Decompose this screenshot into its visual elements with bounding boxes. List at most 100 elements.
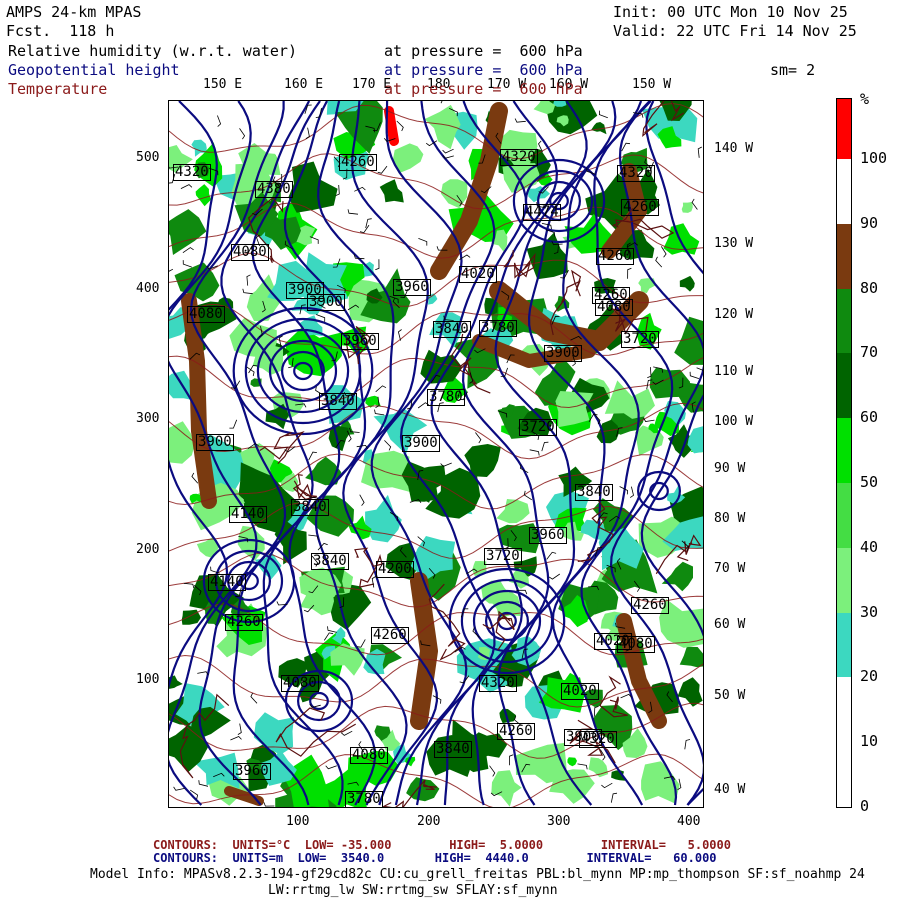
- humidity-band: [410, 572, 438, 730]
- height-contour-closed: [309, 691, 329, 711]
- x-tick-label: 300: [547, 814, 571, 829]
- colorbar-label: 20: [860, 667, 879, 686]
- colorbar-segment: [837, 483, 851, 548]
- colorbar-segment: [837, 223, 851, 289]
- humidity-patch: [567, 757, 577, 767]
- wind-barb: [627, 267, 632, 279]
- height-contour-label: 3900: [402, 435, 440, 452]
- wind-barb: [371, 576, 376, 588]
- height-contour-label: 4080: [617, 636, 655, 653]
- height-contour-label: 4380: [255, 181, 293, 198]
- lon-label: 40 W: [714, 782, 746, 797]
- lon-label: 140 W: [714, 141, 754, 156]
- humidity-band: [384, 106, 399, 146]
- wind-barb: [475, 432, 482, 444]
- height-contour-label: 4140: [208, 574, 246, 591]
- wind-barb: [173, 786, 185, 791]
- height-contour-label: 3780: [345, 791, 383, 807]
- weather-map: 4320 4380 4260 4320 4474 4320 4260 4080 4260 4260…: [168, 100, 704, 808]
- humidity-patch: [526, 232, 568, 280]
- height-contour-label: 3900: [307, 294, 345, 311]
- colorbar-label: 40: [860, 537, 879, 556]
- init-time: Init: 00 UTC Mon 10 Nov 25: [613, 3, 848, 21]
- model-info-line1: Model Info: MPASv8.2.3-194-gf29cd82c CU:…: [90, 867, 865, 882]
- humidity-patch: [679, 646, 703, 668]
- field-height-name: Geopotential height: [8, 61, 180, 79]
- humidity-patch: [677, 677, 703, 707]
- lon-label: 120 W: [714, 307, 754, 322]
- model-title: AMPS 24-km MPAS: [6, 3, 142, 21]
- height-contour-label: 4474: [523, 204, 561, 221]
- height-contour-label: 3720: [519, 419, 557, 436]
- height-contour-label: 3840: [291, 499, 329, 516]
- lon-label: 150 W: [632, 77, 672, 92]
- field-rh-level: at pressure = 600 hPa: [384, 42, 583, 60]
- wind-barb: [374, 409, 385, 416]
- wind-barb: [308, 534, 319, 541]
- wind-barb: [305, 127, 310, 139]
- humidity-patch: [661, 561, 693, 592]
- lon-label: 70 W: [714, 561, 746, 576]
- colorbar-segment: [837, 288, 851, 354]
- y-tick-label: 500: [136, 150, 160, 165]
- height-contour-label: 3780: [479, 320, 517, 337]
- height-contour-label: 4260: [631, 597, 669, 614]
- wind-barb: [182, 247, 194, 254]
- wind-barb: [655, 256, 663, 268]
- lon-label: 130 W: [714, 236, 754, 251]
- wind-barb: [514, 118, 526, 123]
- height-contour-label: 4320: [479, 675, 517, 692]
- field-rh-name: Relative humidity (w.r.t. water): [8, 42, 297, 60]
- wind-barb: [697, 146, 702, 158]
- y-tick-label: 100: [136, 672, 160, 687]
- height-contour-label: 4260: [339, 154, 377, 171]
- humidity-patch: [195, 184, 212, 207]
- height-contour-label: 4320: [173, 164, 211, 181]
- height-contour-label: 3840: [434, 741, 472, 758]
- height-contour-label: 4020: [561, 683, 599, 700]
- wind-barb: [229, 419, 238, 429]
- humidity-patch: [169, 209, 207, 255]
- height-contour-label: 4260: [497, 723, 535, 740]
- wind-barb: [418, 238, 428, 246]
- wind-barb: [327, 626, 337, 633]
- humidity-patch: [681, 201, 693, 213]
- height-contour-label: 3900: [196, 434, 234, 451]
- y-tick-label: 300: [136, 411, 160, 426]
- colorbar-label: 10: [860, 732, 879, 751]
- height-contour-label: 4080: [231, 244, 269, 261]
- x-tick-label: 100: [286, 814, 310, 829]
- wind-barb: [529, 449, 540, 456]
- height-contour-label: 3780: [427, 389, 465, 406]
- wind-barb: [647, 367, 652, 379]
- wind-barb: [689, 371, 700, 379]
- wind-barb: [191, 472, 199, 484]
- humidity-patch: [491, 770, 522, 807]
- wind-barb: [183, 582, 195, 589]
- height-contour-label: 4140: [229, 506, 267, 523]
- humidity-patch: [379, 179, 404, 203]
- wind-barb: [375, 385, 387, 393]
- wind-barb: [396, 120, 404, 132]
- model-info-line2: LW:rrtmg_lw SW:rrtmg_sw SFLAY:sf_mynn: [268, 883, 558, 898]
- wind-barb: [169, 268, 174, 272]
- colorbar-label: 60: [860, 408, 879, 427]
- lon-label: 80 W: [714, 511, 746, 526]
- colorbar-segment: [837, 677, 851, 807]
- height-contour-label: 4080: [595, 299, 633, 316]
- wind-barb: [359, 494, 365, 506]
- height-contour-label: 3960: [529, 527, 567, 544]
- height-contour-label: 4260: [621, 199, 659, 216]
- colorbar-segment: [837, 418, 851, 483]
- lon-label: 60 W: [714, 617, 746, 632]
- wind-barb: [599, 110, 608, 119]
- humidity-patch: [237, 525, 265, 561]
- wind-barb: [239, 128, 246, 140]
- humidity-patch: [679, 275, 695, 292]
- height-contour-label: 3840: [433, 321, 471, 338]
- wind-barb: [347, 209, 359, 215]
- lon-label: 90 W: [714, 461, 746, 476]
- height-contour-label: 3900: [564, 729, 602, 746]
- colorbar-segment: [837, 612, 851, 678]
- y-tick-label: 400: [136, 281, 160, 296]
